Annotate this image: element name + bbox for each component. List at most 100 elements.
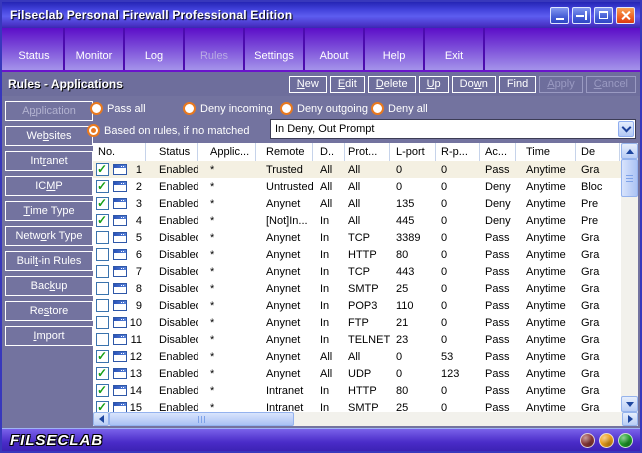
scroll-right-button[interactable]: [622, 412, 638, 426]
sidebar-item-icmp[interactable]: ICMP: [5, 176, 93, 196]
table-row[interactable]: 7Disabled*AnynetInTCP4430PassAnytimeGra: [93, 263, 621, 280]
sidebar-item-network-type[interactable]: Network Type: [5, 226, 93, 246]
rule-enabled-checkbox[interactable]: [96, 350, 109, 363]
down-button[interactable]: Down: [452, 76, 496, 93]
table-row[interactable]: 1Enabled*TrustedAllAll00PassAnytimeGra: [93, 161, 621, 178]
delete-button[interactable]: Delete: [368, 76, 416, 93]
cell-dir: All: [313, 368, 345, 380]
cell-app: *: [198, 351, 256, 363]
rule-enabled-checkbox[interactable]: [96, 316, 109, 329]
table-row[interactable]: 4Enabled*[Not]In...InAll4450DenyAnytimeP…: [93, 212, 621, 229]
rule-enabled-checkbox[interactable]: [96, 384, 109, 397]
amber-light[interactable]: [599, 433, 614, 448]
minimize-to-tray-button[interactable]: [572, 7, 591, 24]
column-header-remote[interactable]: Remote: [256, 143, 313, 161]
green-light[interactable]: [618, 433, 633, 448]
red-light[interactable]: [580, 433, 595, 448]
rule-enabled-checkbox[interactable]: [96, 231, 109, 244]
cell-rport: 53: [436, 351, 480, 363]
toolbar-button-monitor[interactable]: Monitor: [65, 28, 125, 70]
close-button[interactable]: [616, 7, 635, 24]
rule-enabled-checkbox[interactable]: [96, 163, 109, 176]
sidebar-item-websites[interactable]: Websites: [5, 126, 93, 146]
table-row[interactable]: 2Enabled*UntrustedAllAll00DenyAnytimeBlo…: [93, 178, 621, 195]
sidebar-item-backup[interactable]: Backup: [5, 276, 93, 296]
column-header-status[interactable]: Status: [146, 143, 198, 161]
sidebar-item-import[interactable]: Import: [5, 326, 93, 346]
rule-enabled-checkbox[interactable]: [96, 401, 109, 412]
radio-deny-incoming[interactable]: Deny incoming: [183, 102, 273, 115]
application-window-icon: [113, 181, 127, 192]
scroll-up-button[interactable]: [621, 143, 638, 159]
scroll-left-button[interactable]: [93, 412, 109, 426]
sidebar-item-application[interactable]: Application: [5, 101, 93, 121]
horizontal-scroll-thumb[interactable]: [109, 412, 294, 426]
table-row[interactable]: 5Disabled*AnynetInTCP33890PassAnytimeGra: [93, 229, 621, 246]
vertical-scrollbar[interactable]: [621, 143, 638, 412]
table-row[interactable]: 8Disabled*AnynetInSMTP250PassAnytimeGra: [93, 280, 621, 297]
sidebar-item-intranet[interactable]: Intranet: [5, 151, 93, 171]
rule-enabled-checkbox[interactable]: [96, 197, 109, 210]
table-row[interactable]: 13Enabled*AnynetAllUDP0123PassAnytimeGra: [93, 365, 621, 382]
edit-button[interactable]: Edit: [330, 76, 365, 93]
toolbar-button-settings[interactable]: Settings: [245, 28, 305, 70]
rule-enabled-checkbox[interactable]: [96, 333, 109, 346]
column-header-time[interactable]: Time: [516, 143, 576, 161]
vertical-scroll-thumb[interactable]: [621, 159, 638, 197]
table-row[interactable]: 6Disabled*AnynetInHTTP800PassAnytimeGra: [93, 246, 621, 263]
rule-number-cell: 2: [93, 180, 146, 193]
column-header-ac[interactable]: Ac...: [480, 143, 516, 161]
cell-remote: Anynet: [256, 283, 313, 295]
cell-status: Disabled: [146, 249, 198, 261]
column-header-prot[interactable]: Prot...: [345, 143, 390, 161]
cell-desc: Gra: [576, 266, 620, 278]
rule-enabled-checkbox[interactable]: [96, 265, 109, 278]
table-row[interactable]: 11Disabled*AnynetInTELNET230PassAnytimeG…: [93, 331, 621, 348]
rule-enabled-checkbox[interactable]: [96, 299, 109, 312]
toolbar-button-log[interactable]: Log: [125, 28, 185, 70]
scroll-down-button[interactable]: [621, 396, 638, 412]
table-row[interactable]: 9Disabled*AnynetInPOP31100PassAnytimeGra: [93, 297, 621, 314]
toolbar-button-about[interactable]: About: [305, 28, 365, 70]
column-header-d[interactable]: D..: [313, 143, 345, 161]
column-header-l-port[interactable]: L-port: [390, 143, 436, 161]
column-header-applic[interactable]: Applic...: [198, 143, 256, 161]
maximize-button[interactable]: [594, 7, 613, 24]
rule-enabled-checkbox[interactable]: [96, 214, 109, 227]
new-button[interactable]: New: [289, 76, 327, 93]
sidebar-item-restore[interactable]: Restore: [5, 301, 93, 321]
dropdown-arrow-button[interactable]: [618, 121, 634, 137]
title-bar[interactable]: Filseclab Personal Firewall Professional…: [2, 2, 640, 28]
table-row[interactable]: 15Enabled*IntranetInSMTP250PassAnytimeGr…: [93, 399, 621, 412]
toolbar-button-help[interactable]: Help: [365, 28, 425, 70]
find-button[interactable]: Find: [499, 76, 536, 93]
toolbar-button-rules[interactable]: Rules: [185, 28, 245, 70]
rule-enabled-checkbox[interactable]: [96, 367, 109, 380]
sidebar-item-built-in-rules[interactable]: Built-in Rules: [5, 251, 93, 271]
up-button[interactable]: Up: [419, 76, 449, 93]
column-header-r-p[interactable]: R-p...: [436, 143, 480, 161]
default-rule-dropdown[interactable]: In Deny, Out Prompt: [270, 119, 636, 139]
horizontal-scrollbar[interactable]: [93, 412, 638, 426]
table-row[interactable]: 10Disabled*AnynetInFTP210PassAnytimeGra: [93, 314, 621, 331]
table-row[interactable]: 12Enabled*AnynetAllAll053PassAnytimeGra: [93, 348, 621, 365]
column-header-de[interactable]: De: [576, 143, 620, 161]
table-row[interactable]: 14Enabled*IntranetInHTTP800PassAnytimeGr…: [93, 382, 621, 399]
rule-category-sidebar: Application Websites Intranet ICMP Time Type…: [5, 101, 93, 351]
rule-enabled-checkbox[interactable]: [96, 282, 109, 295]
radio-deny-outgoing[interactable]: Deny outgoing: [280, 102, 368, 115]
column-header-no[interactable]: No.: [93, 143, 146, 161]
toolbar-button-status[interactable]: Status: [5, 28, 65, 70]
rule-enabled-checkbox[interactable]: [96, 248, 109, 261]
table-row[interactable]: 3Enabled*AnynetAllAll1350DenyAnytimePre: [93, 195, 621, 212]
radio-based-on-rules-if-no-matched[interactable]: Based on rules, if no matched: [87, 124, 250, 137]
label-post: P: [55, 180, 62, 192]
radio-pass-all[interactable]: Pass all: [90, 102, 146, 115]
toolbar-button-exit[interactable]: Exit: [425, 28, 485, 70]
sidebar-item-time-type[interactable]: Time Type: [5, 201, 93, 221]
cell-remote: Anynet: [256, 368, 313, 380]
radio-deny-all[interactable]: Deny all: [371, 102, 428, 115]
rule-enabled-checkbox[interactable]: [96, 180, 109, 193]
minimize-button[interactable]: [550, 7, 569, 24]
cell-action: Pass: [480, 232, 516, 244]
